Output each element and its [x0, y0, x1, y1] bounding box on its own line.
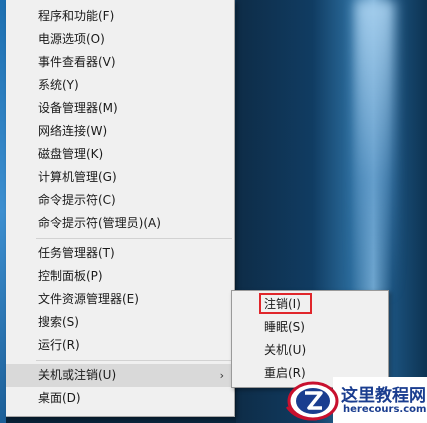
shutdown-submenu: 注销(I) 睡眠(S) 关机(U) 重启(R) — [231, 290, 389, 388]
menu-item-computer-management[interactable]: 计算机管理(G) — [6, 166, 234, 189]
menu-item-desktop[interactable]: 桌面(D) — [6, 387, 234, 410]
menu-item-command-prompt[interactable]: 命令提示符(C) — [6, 189, 234, 212]
logo-name: 这里教程网 — [341, 386, 426, 406]
menu-separator — [36, 238, 232, 239]
wallpaper-glow — [355, 0, 395, 300]
menu-item-shutdown-signout[interactable]: 关机或注销(U) › — [6, 364, 234, 387]
menu-item-file-explorer[interactable]: 文件资源管理器(E) — [6, 288, 234, 311]
menu-separator — [36, 360, 232, 361]
menu-item-label: 关机或注销(U) — [38, 368, 117, 382]
menu-item-power-options[interactable]: 电源选项(O) — [6, 28, 234, 51]
menu-item-system[interactable]: 系统(Y) — [6, 74, 234, 97]
menu-item-disk-management[interactable]: 磁盘管理(K) — [6, 143, 234, 166]
menu-item-event-viewer[interactable]: 事件查看器(V) — [6, 51, 234, 74]
logo-domain: herecours.com — [343, 404, 427, 415]
winx-quick-link-menu: 程序和功能(F) 电源选项(O) 事件查看器(V) 系统(Y) 设备管理器(M)… — [6, 0, 235, 417]
watermark-logo: 这里教程网 herecours.com — [283, 377, 427, 423]
menu-item-device-manager[interactable]: 设备管理器(M) — [6, 97, 234, 120]
menu-item-task-manager[interactable]: 任务管理器(T) — [6, 242, 234, 265]
menu-item-command-prompt-admin[interactable]: 命令提示符(管理员)(A) — [6, 212, 234, 235]
menu-item-run[interactable]: 运行(R) — [6, 334, 234, 357]
submenu-item-shut-down[interactable]: 关机(U) — [232, 339, 388, 362]
menu-item-programs-features[interactable]: 程序和功能(F) — [6, 5, 234, 28]
annotation-highlight-box — [259, 293, 312, 314]
z-logo-icon — [285, 381, 339, 421]
menu-item-network-connections[interactable]: 网络连接(W) — [6, 120, 234, 143]
submenu-item-sleep[interactable]: 睡眠(S) — [232, 316, 388, 339]
menu-item-search[interactable]: 搜索(S) — [6, 311, 234, 334]
menu-item-control-panel[interactable]: 控制面板(P) — [6, 265, 234, 288]
chevron-right-icon: › — [219, 369, 224, 382]
